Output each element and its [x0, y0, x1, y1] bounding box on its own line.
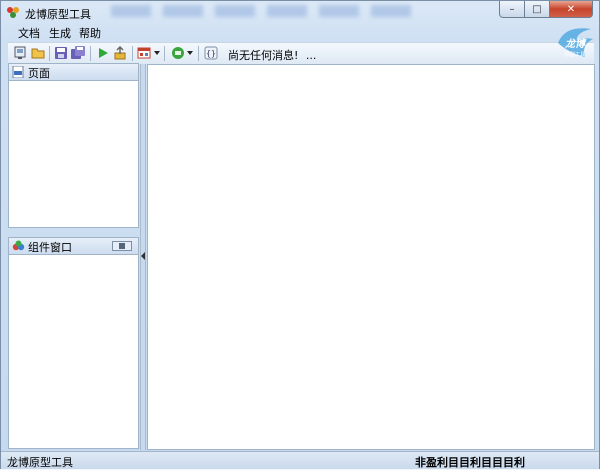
- menu-help[interactable]: 帮助: [79, 25, 101, 41]
- title-background-blur: [111, 5, 411, 17]
- brand-logo-subtext: 原型工具: [565, 51, 585, 58]
- new-page-icon[interactable]: [13, 46, 27, 60]
- pages-pane-title: 页面: [28, 67, 50, 80]
- toolbar-separator: [49, 46, 50, 61]
- components-pane-title: 组件窗口: [28, 241, 72, 254]
- toolbar-separator: [164, 46, 165, 61]
- save-icon[interactable]: [54, 46, 68, 60]
- components-list[interactable]: [9, 255, 138, 449]
- toolbar-message-text: 尚无任何消息!: [228, 49, 299, 62]
- layout-dropdown-icon[interactable]: [137, 46, 151, 60]
- pages-list[interactable]: [9, 81, 138, 228]
- application-window: 龙博原型工具 – □ ✕ 文档 生成 帮助 {} 尚无任何消息! ... 龙博 …: [0, 0, 600, 469]
- close-button[interactable]: ✕: [550, 1, 593, 18]
- design-canvas[interactable]: [147, 64, 595, 450]
- brand-logo-text: 龙博: [564, 38, 587, 50]
- app-logo-icon: [7, 7, 19, 18]
- menu-document[interactable]: 文档: [18, 25, 40, 41]
- components-pane: 组件窗口: [8, 237, 139, 449]
- toolbar-message: 尚无任何消息! ...: [228, 47, 316, 63]
- pages-pane: 页面: [8, 63, 139, 228]
- pane-options-icon[interactable]: [112, 241, 132, 251]
- layout-dropdown-caret[interactable]: [154, 51, 160, 55]
- run-icon[interactable]: [96, 46, 110, 60]
- brand-logo: 龙博 原型工具: [558, 28, 593, 58]
- pages-pane-header: 页面: [9, 64, 138, 81]
- components-pane-header: 组件窗口: [9, 238, 138, 255]
- title-bar[interactable]: 龙博原型工具 – □ ✕: [1, 1, 599, 23]
- toolbar-message-ellipsis: ...: [305, 49, 317, 62]
- menu-generate[interactable]: 生成: [49, 25, 71, 41]
- window-title: 龙博原型工具: [25, 8, 91, 21]
- status-app-name: 龙博原型工具: [7, 456, 73, 469]
- page-icon: [12, 66, 24, 78]
- component-dropdown-icon[interactable]: [171, 46, 185, 60]
- toolbar-separator: [90, 46, 91, 61]
- svg-text:{}: {}: [206, 49, 216, 58]
- save-all-icon[interactable]: [71, 46, 85, 60]
- components-icon: [12, 240, 25, 251]
- toolbar: {} 尚无任何消息! ...: [8, 42, 594, 64]
- collapse-arrow-icon[interactable]: [141, 252, 145, 260]
- status-license-text: 非盈利目目利目目目利: [415, 456, 525, 469]
- code-icon[interactable]: {}: [204, 46, 218, 60]
- menu-bar: 文档 生成 帮助: [8, 23, 594, 41]
- maximize-button[interactable]: □: [525, 1, 550, 18]
- caption-buttons: – □ ✕: [499, 1, 593, 19]
- toolbar-separator: [132, 46, 133, 61]
- export-icon[interactable]: [113, 46, 127, 60]
- minimize-button[interactable]: –: [499, 1, 525, 18]
- toolbar-separator: [198, 46, 199, 61]
- open-folder-icon[interactable]: [31, 46, 45, 60]
- component-dropdown-caret[interactable]: [187, 51, 193, 55]
- panel-splitter[interactable]: [140, 64, 146, 450]
- status-bar: 龙博原型工具 非盈利目目利目目目利: [1, 451, 599, 469]
